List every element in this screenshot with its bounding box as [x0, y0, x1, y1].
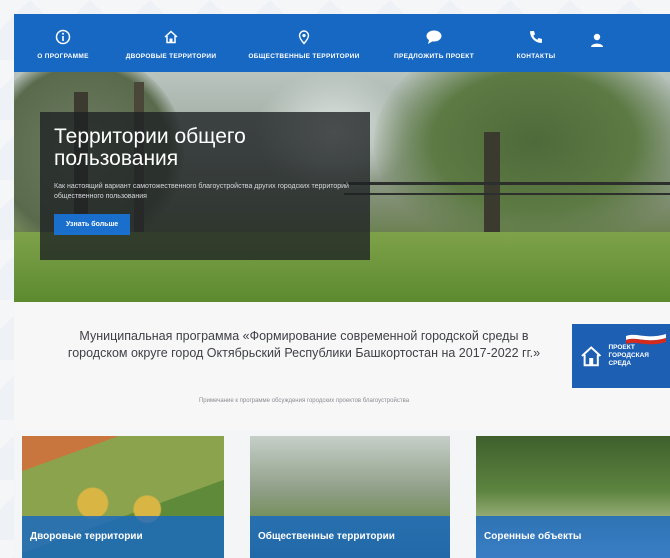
- program-title: Муниципальная программа «Формирование со…: [67, 329, 541, 360]
- logo-text: Проект городская среда: [608, 344, 649, 367]
- program-subtitle: Примечание к программе обсуждения городс…: [198, 398, 410, 404]
- flag-icon: [626, 334, 666, 345]
- card-objects-label: Соренные объекты: [484, 531, 582, 542]
- chat-bubble-icon: [424, 27, 444, 47]
- nav-item-about-label: О программе: [37, 52, 89, 60]
- card-yard-territories[interactable]: Дворовые территории: [22, 436, 224, 558]
- home-icon: [161, 27, 181, 47]
- learn-more-button[interactable]: Узнать больше: [54, 214, 131, 235]
- nav-item-suggest-label: Предложить проект: [393, 52, 474, 60]
- nav-item-yards-label: Дворовые территории: [125, 52, 217, 60]
- card-objects[interactable]: Соренные объекты: [476, 436, 670, 558]
- nav-item-public-areas-label: Общественные территории: [248, 52, 360, 60]
- hero-title: Территории общего пользования: [54, 125, 246, 170]
- phone-icon: [526, 27, 546, 47]
- top-navigation: О программе Дворовые территории Обществе…: [14, 14, 670, 72]
- nav-item-public-areas[interactable]: Общественные территории: [230, 14, 378, 72]
- card-public-territories[interactable]: Общественные территории: [250, 436, 450, 558]
- card-caption: Дворовые территории: [22, 516, 224, 558]
- nav-item-account[interactable]: [582, 14, 612, 72]
- house-logo-icon: [581, 346, 602, 367]
- city-environment-logo[interactable]: Проект городская среда: [572, 324, 670, 388]
- nav-item-about[interactable]: О программе: [14, 14, 112, 72]
- nav-item-yards[interactable]: Дворовые территории: [112, 14, 230, 72]
- info-icon: [53, 27, 73, 47]
- user-icon: [587, 30, 607, 50]
- hero-description: Как настоящий вариант самотожественного …: [54, 183, 349, 200]
- nav-item-suggest[interactable]: Предложить проект: [378, 14, 490, 72]
- program-section: Муниципальная программа «Формирование со…: [14, 302, 670, 430]
- hero-bridge: [344, 182, 670, 220]
- hero-panel: Территории общего пользования Как настоя…: [40, 112, 370, 260]
- hero-tree: [374, 72, 670, 252]
- hero-banner: Территории общего пользования Как настоя…: [14, 72, 670, 302]
- nav-item-contacts[interactable]: Контакты: [490, 14, 582, 72]
- page: О программе Дворовые территории Обществе…: [14, 14, 670, 558]
- card-public-territories-label: Общественные территории: [258, 531, 395, 542]
- map-pin-icon: [294, 27, 314, 47]
- card-caption: Соренные объекты: [476, 516, 670, 558]
- card-caption: Общественные территории: [250, 516, 450, 558]
- card-yard-territories-label: Дворовые территории: [30, 531, 143, 542]
- nav-item-contacts-label: Контакты: [516, 52, 556, 60]
